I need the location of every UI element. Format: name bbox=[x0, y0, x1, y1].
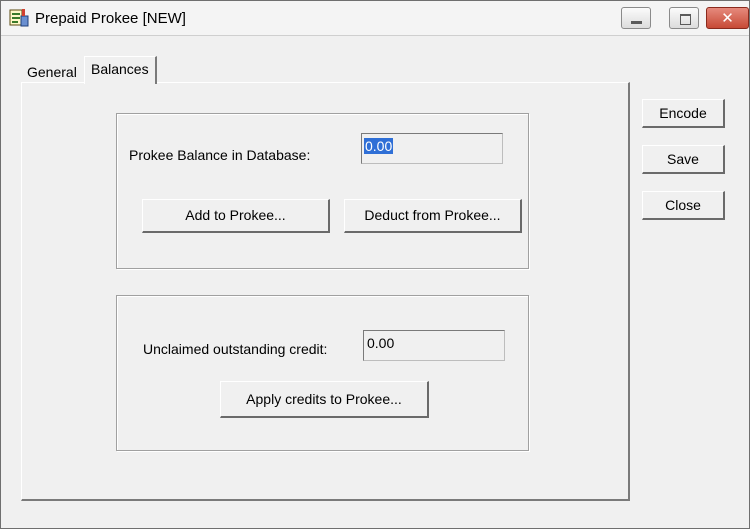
close-icon: ✕ bbox=[721, 9, 734, 27]
encode-button[interactable]: Encode bbox=[642, 99, 725, 128]
prokee-balance-field[interactable]: 0.00 bbox=[361, 133, 503, 164]
app-icon bbox=[9, 9, 29, 27]
deduct-from-prokee-button[interactable]: Deduct from Prokee... bbox=[344, 199, 522, 233]
unclaimed-credit-label: Unclaimed outstanding credit: bbox=[143, 341, 328, 357]
close-window-button[interactable]: ✕ bbox=[706, 7, 749, 29]
maximize-icon bbox=[680, 14, 691, 25]
title-bar: Prepaid Prokee [NEW] ✕ bbox=[1, 1, 749, 36]
maximize-button[interactable] bbox=[669, 7, 699, 29]
prokee-balance-value: 0.00 bbox=[364, 138, 394, 154]
tab-balances[interactable]: Balances bbox=[84, 56, 157, 84]
prepaid-prokee-window: Prepaid Prokee [NEW] ✕ General Balances … bbox=[0, 0, 750, 529]
add-to-prokee-button[interactable]: Add to Prokee... bbox=[142, 199, 330, 233]
tab-general[interactable]: General bbox=[21, 61, 83, 83]
window-title: Prepaid Prokee [NEW] bbox=[35, 10, 186, 27]
save-button[interactable]: Save bbox=[642, 145, 725, 174]
unclaimed-credit-value: 0.00 bbox=[367, 335, 395, 351]
unclaimed-credit-field[interactable]: 0.00 bbox=[363, 330, 505, 361]
prokee-balance-label: Prokee Balance in Database: bbox=[129, 147, 311, 163]
close-button[interactable]: Close bbox=[642, 191, 725, 220]
outstanding-credit-group bbox=[116, 295, 529, 451]
minimize-icon bbox=[631, 21, 642, 24]
minimize-button[interactable] bbox=[621, 7, 651, 29]
apply-credits-button[interactable]: Apply credits to Prokee... bbox=[220, 381, 429, 418]
